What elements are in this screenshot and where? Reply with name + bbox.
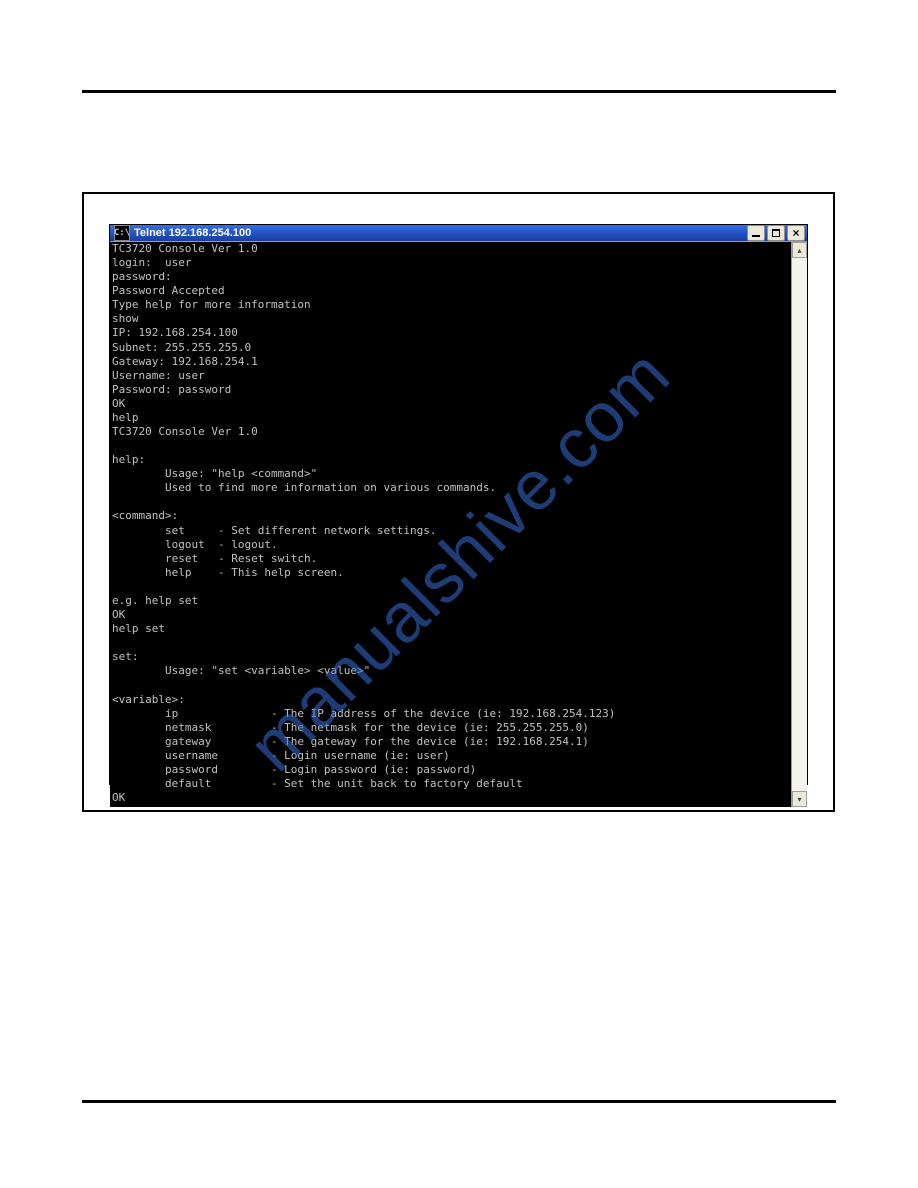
cmd-icon: C:\ xyxy=(114,225,130,241)
scroll-up-button[interactable]: ▴ xyxy=(792,242,807,258)
terminal-area[interactable]: TC3720 Console Ver 1.0 login: user passw… xyxy=(110,242,791,807)
close-icon: × xyxy=(792,227,799,239)
bottom-divider xyxy=(82,1100,836,1103)
scroll-down-button[interactable]: ▾ xyxy=(792,791,807,807)
vertical-scrollbar[interactable]: ▴ ▾ xyxy=(791,242,807,807)
minimize-button[interactable] xyxy=(747,225,765,241)
window-buttons: × xyxy=(747,225,805,241)
chevron-down-icon: ▾ xyxy=(797,795,801,804)
terminal-output: TC3720 Console Ver 1.0 login: user passw… xyxy=(110,242,791,807)
screenshot-frame: C:\ Telnet 192.168.254.100 × TC3720 Cons… xyxy=(82,192,835,812)
top-divider xyxy=(82,90,836,93)
chevron-up-icon: ▴ xyxy=(797,246,801,255)
close-button[interactable]: × xyxy=(787,225,805,241)
telnet-window: C:\ Telnet 192.168.254.100 × TC3720 Cons… xyxy=(109,224,808,785)
window-title: Telnet 192.168.254.100 xyxy=(134,227,747,239)
maximize-button[interactable] xyxy=(767,225,785,241)
scrollbar-track[interactable] xyxy=(792,258,807,791)
window-titlebar: C:\ Telnet 192.168.254.100 × xyxy=(110,225,807,241)
maximize-icon xyxy=(772,229,780,237)
minimize-icon xyxy=(752,235,760,237)
window-client-area: TC3720 Console Ver 1.0 login: user passw… xyxy=(110,241,807,807)
